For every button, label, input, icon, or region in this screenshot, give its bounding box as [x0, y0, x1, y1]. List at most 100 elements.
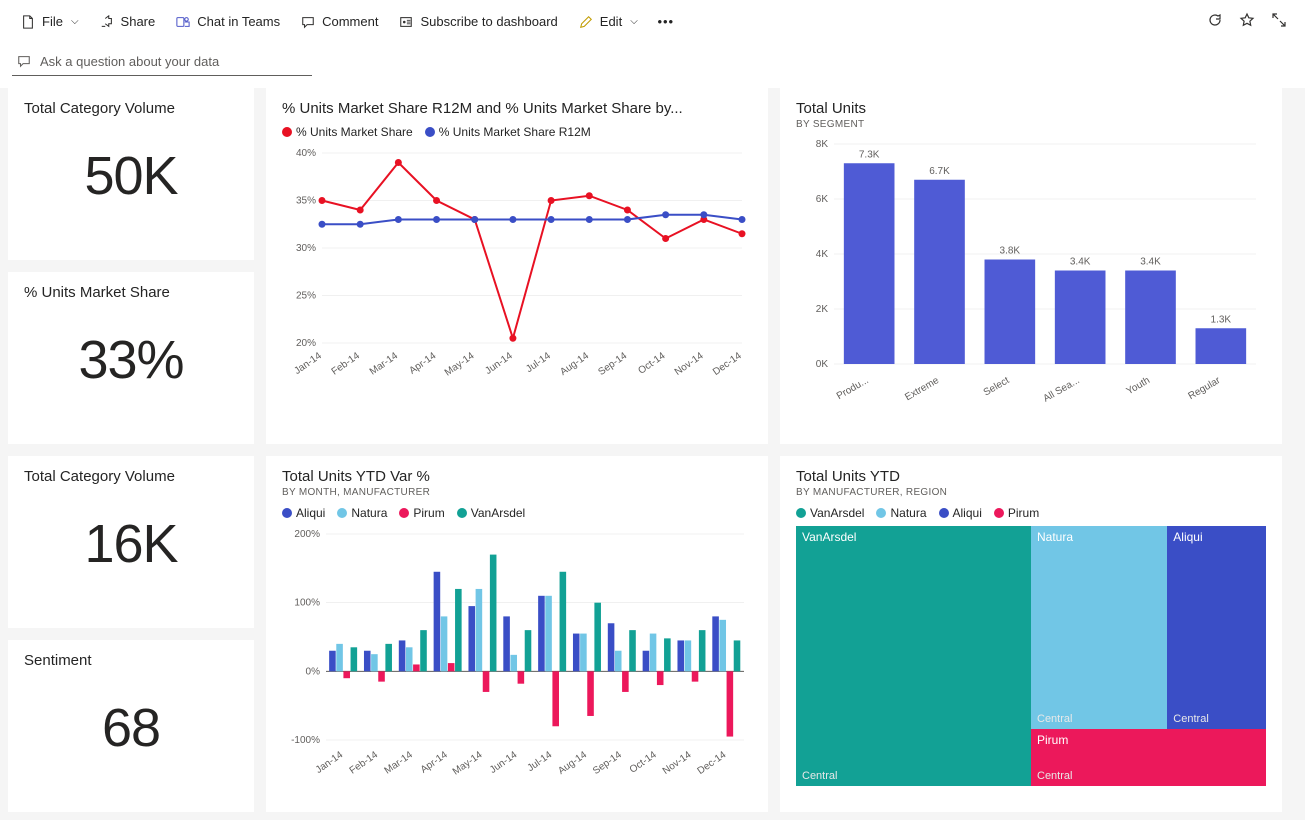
legend-dot-icon [399, 508, 409, 518]
svg-text:Jun-14: Jun-14 [488, 749, 520, 776]
legend-item: % Units Market Share [282, 125, 413, 139]
svg-text:6K: 6K [816, 194, 829, 205]
share-icon [99, 14, 115, 30]
star-icon [1239, 12, 1255, 28]
total-units-ytd-var-chart[interactable]: Total Units YTD Var % BY MONTH, MANUFACT… [266, 456, 768, 812]
svg-text:Oct-14: Oct-14 [636, 350, 667, 376]
svg-text:Jan-14: Jan-14 [292, 350, 324, 377]
market-share-line-chart[interactable]: % Units Market Share R12M and % Units Ma… [266, 88, 768, 444]
favorite-button[interactable] [1233, 8, 1261, 35]
kpi-value: 16K [24, 513, 238, 575]
svg-text:0K: 0K [816, 359, 829, 370]
tile-subtitle: BY MANUFACTURER, REGION [796, 487, 1266, 498]
svg-text:Jan-14: Jan-14 [314, 749, 346, 776]
svg-text:3.4K: 3.4K [1140, 257, 1161, 268]
svg-text:20%: 20% [296, 338, 316, 349]
svg-text:2K: 2K [816, 304, 829, 315]
legend-item: VanArsdel [796, 506, 864, 520]
refresh-icon [1207, 12, 1223, 28]
chat-label: Chat in Teams [197, 14, 280, 29]
share-label: Share [121, 14, 156, 29]
share-button[interactable]: Share [91, 10, 164, 34]
total-units-segment-chart[interactable]: Total Units BY SEGMENT 0K2K4K6K8K7.3KPro… [780, 88, 1282, 444]
svg-text:Jul-14: Jul-14 [526, 749, 555, 774]
kpi-units-market-share[interactable]: % Units Market Share 33% [8, 272, 254, 444]
svg-text:0%: 0% [306, 666, 321, 677]
chat-teams-button[interactable]: Chat in Teams [167, 10, 288, 34]
legend-item: Natura [337, 506, 387, 520]
subscribe-button[interactable]: Subscribe to dashboard [390, 10, 565, 34]
kpi-value: 68 [24, 697, 238, 759]
treemap-cell-pirum[interactable]: Pirum Central [1031, 729, 1266, 786]
teams-icon [175, 14, 191, 30]
ellipsis-icon: ••• [658, 14, 674, 30]
svg-text:Feb-14: Feb-14 [330, 350, 363, 377]
subscribe-icon [398, 14, 414, 30]
svg-text:6.7K: 6.7K [929, 166, 950, 177]
refresh-button[interactable] [1201, 8, 1229, 35]
svg-text:-100%: -100% [291, 735, 320, 746]
svg-text:25%: 25% [296, 291, 316, 302]
total-units-ytd-treemap[interactable]: Total Units YTD BY MANUFACTURER, REGION … [780, 456, 1282, 812]
treemap-cell-aliqui[interactable]: Aliqui Central [1167, 526, 1266, 729]
svg-text:3.4K: 3.4K [1070, 257, 1091, 268]
svg-text:40%: 40% [296, 148, 316, 159]
tile-title: Total Category Volume [24, 468, 238, 485]
svg-text:Feb-14: Feb-14 [348, 749, 381, 776]
svg-text:Jul-14: Jul-14 [524, 350, 553, 375]
tile-subtitle: BY MONTH, MANUFACTURER [282, 487, 752, 498]
legend-item: Aliqui [939, 506, 982, 520]
comment-button[interactable]: Comment [292, 10, 386, 34]
svg-text:May-14: May-14 [451, 749, 485, 777]
kpi-sentiment[interactable]: Sentiment 68 [8, 640, 254, 812]
comment-label: Comment [322, 14, 378, 29]
legend: Aliqui Natura Pirum VanArsdel [282, 506, 752, 520]
svg-text:Aug-14: Aug-14 [558, 350, 591, 378]
legend-item: Natura [876, 506, 926, 520]
svg-text:Select: Select [982, 375, 1012, 399]
kpi-total-category-volume-1[interactable]: Total Category Volume 50K [8, 88, 254, 260]
tile-subtitle: BY SEGMENT [796, 119, 1266, 130]
fullscreen-button[interactable] [1265, 8, 1293, 35]
svg-text:7.3K: 7.3K [859, 149, 880, 160]
tile-title: % Units Market Share [24, 284, 238, 301]
svg-text:Nov-14: Nov-14 [661, 749, 694, 777]
line-chart-svg: 20%25%30%35%40%Jan-14Feb-14Mar-14Apr-14M… [282, 143, 752, 393]
legend-dot-icon [425, 127, 435, 137]
grouped-bar-svg: -100%0%100%200%Jan-14Feb-14Mar-14Apr-14M… [282, 524, 752, 784]
svg-text:3.8K: 3.8K [1000, 246, 1021, 257]
svg-text:Youth: Youth [1125, 375, 1152, 397]
treemap-cell-natura[interactable]: Natura Central [1031, 526, 1167, 729]
kpi-value: 33% [24, 329, 238, 391]
bar-chart-svg: 0K2K4K6K8K7.3KProdu...6.7KExtreme3.8KSel… [796, 130, 1266, 410]
legend-dot-icon [796, 508, 806, 518]
expand-icon [1271, 12, 1287, 28]
file-menu[interactable]: File ⌵ [12, 10, 87, 34]
more-menu[interactable]: ••• [650, 10, 682, 34]
legend-dot-icon [282, 127, 292, 137]
svg-text:8K: 8K [816, 139, 829, 150]
treemap-cell-vanarsdel[interactable]: VanArsdel Central [796, 526, 1031, 786]
chevron-down-icon: ⌵ [71, 16, 79, 27]
subscribe-label: Subscribe to dashboard [420, 14, 557, 29]
tile-title: Total Units [796, 100, 1266, 117]
tile-title: Total Category Volume [24, 100, 238, 117]
treemap-container: VanArsdel Central Natura Central Aliqui … [796, 526, 1266, 786]
legend-dot-icon [337, 508, 347, 518]
svg-text:35%: 35% [296, 196, 316, 207]
kpi-total-category-volume-2[interactable]: Total Category Volume 16K [8, 456, 254, 628]
legend-item: Pirum [994, 506, 1039, 520]
legend: % Units Market Share % Units Market Shar… [282, 125, 752, 139]
svg-text:Oct-14: Oct-14 [628, 749, 659, 775]
qa-placeholder: Ask a question about your data [40, 54, 219, 69]
toolbar: File ⌵ Share Chat in Teams Comment Subsc… [0, 0, 1305, 43]
edit-menu[interactable]: Edit ⌵ [570, 10, 646, 34]
edit-label: Edit [600, 14, 622, 29]
qa-input[interactable]: Ask a question about your data [12, 47, 312, 76]
chevron-down-icon: ⌵ [630, 16, 638, 27]
svg-text:Sep-14: Sep-14 [591, 749, 624, 777]
legend-dot-icon [939, 508, 949, 518]
legend-dot-icon [876, 508, 886, 518]
legend-dot-icon [994, 508, 1004, 518]
dashboard-grid: Total Category Volume 50K % Units Market… [0, 88, 1305, 820]
